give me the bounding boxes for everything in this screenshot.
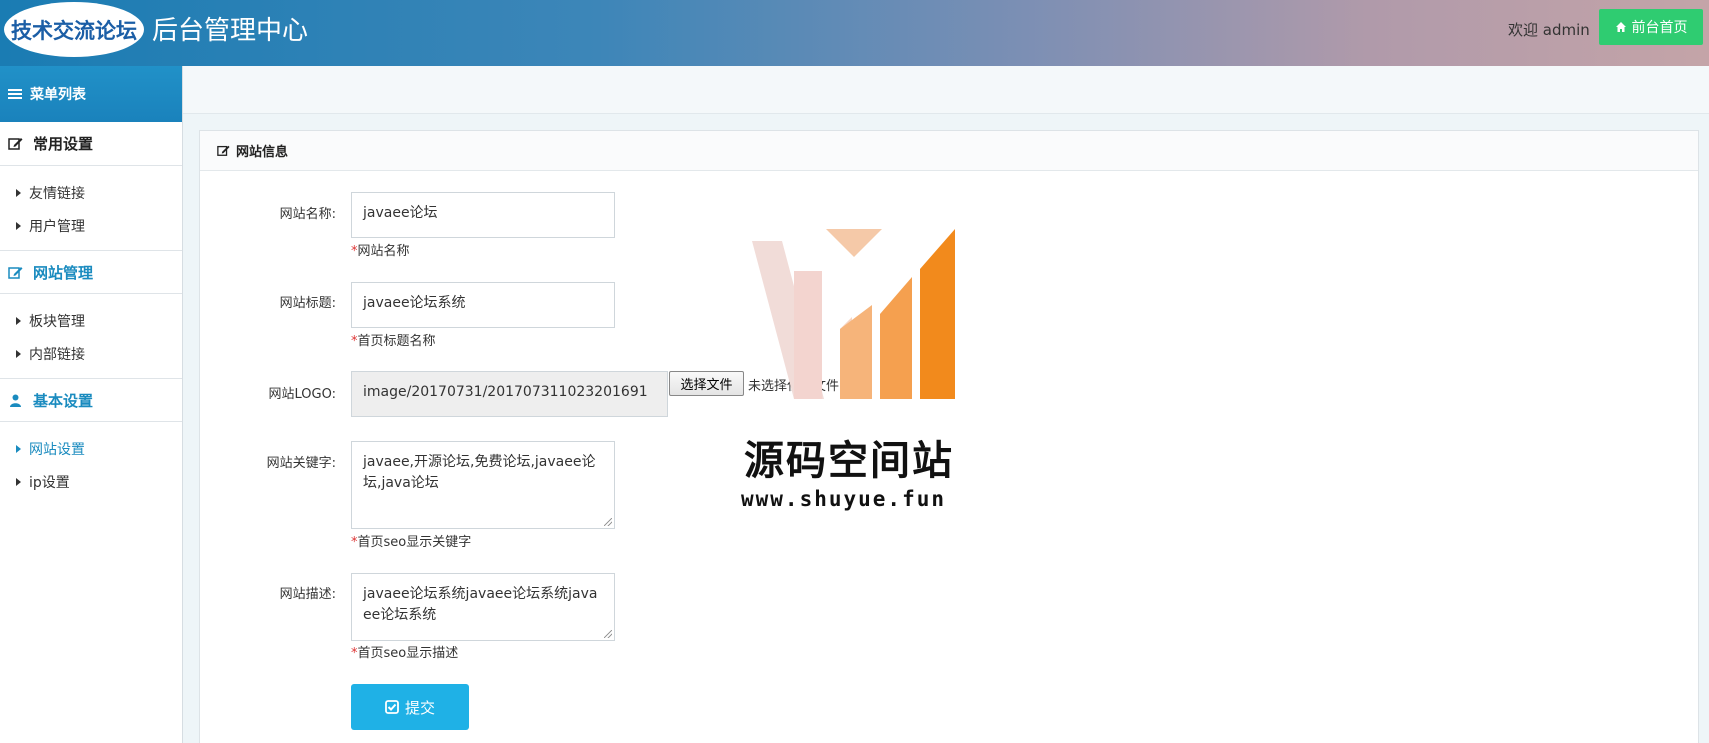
sidebar-group-label: 网站管理 xyxy=(33,263,94,282)
submit-label: 提交 xyxy=(404,698,435,717)
site-title-hint: *首页标题名称 xyxy=(351,330,436,349)
watermark-title: 源码空间站 xyxy=(744,438,954,484)
sidebar-group-label: 基本设置 xyxy=(33,391,94,410)
top-header: 技术交流论坛 后台管理中心 欢迎 admin 前台首页 xyxy=(0,0,1709,66)
watermark-url: www.shuyue.fun xyxy=(741,487,947,511)
watermark-logo xyxy=(752,229,955,399)
site-keywords-textarea[interactable]: javaee,开源论坛,免费论坛,javaee论坛,java论坛 xyxy=(351,441,615,529)
user-icon xyxy=(10,394,21,407)
sidebar-item-label: 用户管理 xyxy=(29,218,85,235)
page-title: 后台管理中心 xyxy=(152,16,309,46)
edit-icon xyxy=(8,138,23,150)
site-description-textarea[interactable]: javaee论坛系统javaee论坛系统javaee论坛系统 xyxy=(351,573,615,641)
site-logo-label: 网站LOGO: xyxy=(268,387,336,402)
site-logo-path-input[interactable]: image/20170731/201707311023201691 xyxy=(351,371,668,417)
textarea-value: javaee论坛系统javaee论坛系统javaee论坛系统 xyxy=(363,586,598,623)
caret-right-icon xyxy=(16,221,21,230)
welcome-text: 欢迎 admin xyxy=(1508,21,1590,39)
site-title-label: 网站标题: xyxy=(279,296,336,311)
home-button[interactable]: 前台首页 xyxy=(1599,9,1703,45)
panel-title: 网站信息 xyxy=(236,145,289,160)
choose-file-button[interactable]: 选择文件 xyxy=(669,371,744,396)
sidebar-item-ip-settings[interactable]: ip设置 xyxy=(0,465,182,498)
menu-title: 菜单列表 xyxy=(30,87,86,103)
home-button-label: 前台首页 xyxy=(1631,20,1688,36)
resize-handle[interactable] xyxy=(604,630,612,638)
sidebar: 菜单列表 常用设置 友情链接 用户管理 网站管理 板块管理 内部链接 基本设置 … xyxy=(0,66,183,743)
content-topbar xyxy=(183,66,1709,114)
menu-header: 菜单列表 xyxy=(0,66,182,122)
sidebar-item-user-management[interactable]: 用户管理 xyxy=(0,209,182,242)
sidebar-item-label: ip设置 xyxy=(29,474,70,491)
submit-button[interactable]: 提交 xyxy=(351,684,469,730)
sidebar-group-site-management[interactable]: 网站管理 xyxy=(0,250,182,294)
caret-right-icon xyxy=(16,316,21,325)
hint-text: 首页seo显示描述 xyxy=(357,646,459,661)
caret-right-icon xyxy=(16,444,21,453)
check-square-icon xyxy=(385,700,399,714)
edit-icon xyxy=(8,266,23,279)
sidebar-item-label: 网站设置 xyxy=(29,441,85,458)
caret-right-icon xyxy=(16,188,21,197)
caret-right-icon xyxy=(16,477,21,486)
sidebar-item-board-management[interactable]: 板块管理 xyxy=(0,304,182,337)
sidebar-group-common[interactable]: 常用设置 xyxy=(0,122,182,166)
list-icon xyxy=(8,89,22,99)
sidebar-group-label: 常用设置 xyxy=(33,135,94,153)
caret-right-icon xyxy=(16,349,21,358)
hint-text: 网站名称 xyxy=(357,244,410,259)
textarea-value: javaee,开源论坛,免费论坛,javaee论坛,java论坛 xyxy=(363,454,596,491)
site-keywords-hint: *首页seo显示关键字 xyxy=(351,531,471,550)
resize-handle[interactable] xyxy=(604,518,612,526)
hint-text: 首页标题名称 xyxy=(357,334,436,349)
site-description-label: 网站描述: xyxy=(279,587,336,602)
sidebar-item-friend-links[interactable]: 友情链接 xyxy=(0,176,182,209)
site-logo[interactable]: 技术交流论坛 xyxy=(4,2,144,57)
hint-text: 首页seo显示关键字 xyxy=(357,535,472,550)
sidebar-item-internal-links[interactable]: 内部链接 xyxy=(0,337,182,370)
site-title-input[interactable]: javaee论坛系统 xyxy=(351,282,615,328)
sidebar-item-site-settings[interactable]: 网站设置 xyxy=(0,432,182,465)
site-name-hint: *网站名称 xyxy=(351,240,410,259)
site-name-input[interactable]: javaee论坛 xyxy=(351,192,615,238)
sidebar-item-label: 内部链接 xyxy=(29,346,85,363)
site-keywords-label: 网站关键字: xyxy=(266,456,336,471)
site-name-label: 网站名称: xyxy=(279,207,336,222)
sidebar-item-label: 板块管理 xyxy=(29,313,85,330)
site-description-hint: *首页seo显示描述 xyxy=(351,642,458,661)
sidebar-item-label: 友情链接 xyxy=(29,185,85,202)
panel-header: 网站信息 xyxy=(200,131,1698,171)
sidebar-group-basic-settings[interactable]: 基本设置 xyxy=(0,378,182,422)
edit-icon xyxy=(217,145,230,156)
home-icon xyxy=(1615,22,1626,32)
